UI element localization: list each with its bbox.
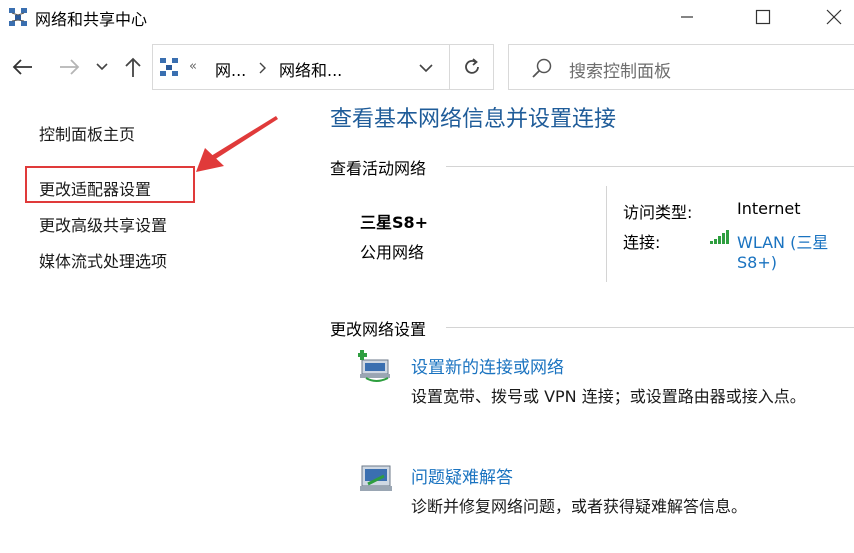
refresh-icon[interactable] [462,57,482,77]
breadcrumb-item[interactable]: 网... [215,57,246,81]
page-title: 查看基本网络信息并设置连接 [330,107,617,132]
section-divider [446,166,854,167]
breadcrumb-item[interactable]: 网络和... [279,57,342,81]
title-bar: 网络和共享中心 [0,0,854,34]
address-divider [449,45,450,89]
sidebar-item-advanced-sharing-settings[interactable]: 更改高级共享设置 [39,212,167,236]
wlan-connection-link-cont[interactable]: S8+) [737,253,777,272]
network-category-link[interactable]: 公用网络 [360,239,424,263]
task-description: 诊断并修复网络问题，或者获得疑难解答信息。 [411,497,748,516]
forward-button[interactable] [56,52,82,82]
section-divider [446,327,854,328]
sidebar-item-change-adapter-settings[interactable]: 更改适配器设置 [39,176,151,200]
access-type-label: 访问类型: [623,203,693,222]
address-bar[interactable]: « 网... 网络和... [152,44,494,90]
connection-label: 连接: [623,233,661,252]
up-button[interactable] [120,52,146,82]
vertical-divider [606,186,607,282]
sidebar-item-control-panel-home[interactable]: 控制面板主页 [39,121,135,145]
access-type-value: Internet [737,199,801,218]
search-field[interactable]: 搜索控制面板 [508,44,854,90]
breadcrumb-overflow[interactable]: « [189,59,197,74]
recent-locations-button[interactable] [92,52,112,82]
annotation-arrow [196,116,278,172]
maximize-button[interactable] [743,0,783,34]
chevron-right-icon[interactable] [259,62,267,74]
task-description: 设置宽带、拨号或 VPN 连接；或设置路由器或接入点。 [411,387,806,406]
troubleshoot-icon [360,465,392,491]
back-button[interactable] [10,52,36,82]
new-connection-icon [358,350,390,382]
active-networks-heading: 查看活动网络 [330,159,427,178]
troubleshoot-problems-link[interactable]: 问题疑难解答 [411,463,513,488]
chevron-down-icon [96,63,108,71]
setup-new-connection-link[interactable]: 设置新的连接或网络 [411,353,564,378]
sidebar-item-media-streaming-options[interactable]: 媒体流式处理选项 [39,248,167,272]
minimize-icon [681,16,693,18]
chevron-down-icon[interactable] [419,64,433,73]
close-icon [826,9,842,25]
arrow-left-icon [12,59,32,75]
minimize-button[interactable] [667,0,707,34]
maximize-icon [755,9,771,25]
window-title: 网络和共享中心 [35,10,148,29]
close-button[interactable] [814,0,854,34]
search-icon [532,58,552,78]
wifi-signal-icon [710,230,729,244]
network-name: 三星S8+ [360,213,429,232]
arrow-right-icon [60,59,80,75]
wlan-connection-link[interactable]: WLAN (三星 [737,229,828,253]
change-settings-heading: 更改网络设置 [330,320,427,339]
network-center-icon [9,8,27,26]
network-center-icon [160,58,178,76]
search-placeholder: 搜索控制面板 [569,62,671,82]
arrow-up-icon [125,57,141,77]
